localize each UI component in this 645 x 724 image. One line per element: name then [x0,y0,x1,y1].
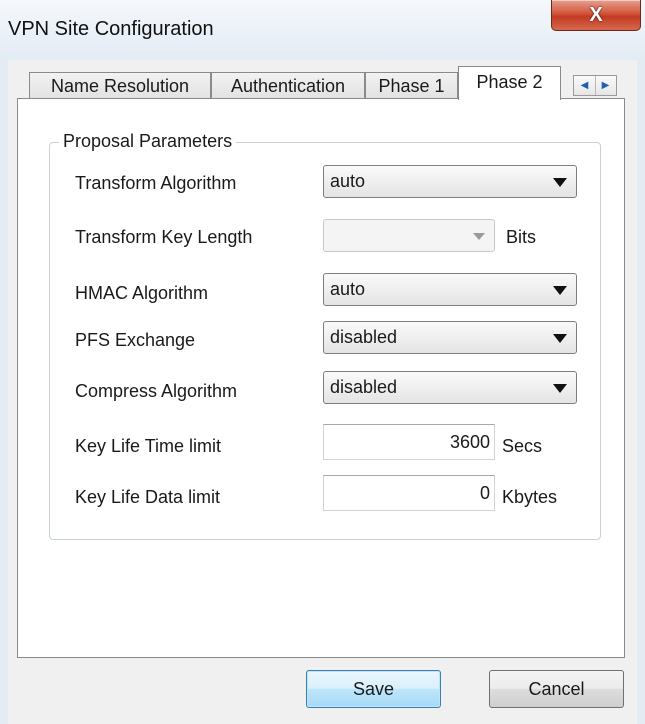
tab-phase-1[interactable]: Phase 1 [365,72,458,98]
transform-key-length-select [323,219,495,252]
close-icon: X [589,4,603,26]
compress-algorithm-label: Compress Algorithm [75,381,238,401]
transform-algorithm-value: auto [330,171,366,191]
hmac-algorithm-select[interactable]: auto [323,273,577,306]
transform-key-length-label: Transform Key Length [75,227,253,247]
dropdown-arrow-icon [553,286,567,295]
transform-algorithm-label: Transform Algorithm [75,173,237,193]
window-frame-right [637,60,645,724]
save-button[interactable]: Save [306,670,441,708]
dropdown-arrow-icon [553,178,567,187]
dropdown-arrow-icon [473,233,485,240]
window-frame-left [0,60,8,724]
kbytes-unit-label: Kbytes [502,487,558,507]
key-life-data-input[interactable]: 0 [323,475,495,511]
pfs-exchange-label: PFS Exchange [75,330,196,350]
close-button[interactable]: X [551,0,641,31]
tab-scroll-buttons: ◀ ▶ [573,75,617,96]
secs-unit-label: Secs [502,436,543,456]
bits-unit-label: Bits [506,227,537,247]
pfs-exchange-value: disabled [330,327,398,347]
transform-algorithm-select[interactable]: auto [323,165,577,198]
hmac-algorithm-value: auto [330,279,366,299]
key-life-data-label: Key Life Data limit [75,487,221,507]
pfs-exchange-select[interactable]: disabled [323,321,577,354]
compress-algorithm-select[interactable]: disabled [323,371,577,404]
group-title: Proposal Parameters [59,131,237,152]
scroll-right-icon[interactable]: ▶ [595,76,616,95]
key-life-time-input[interactable]: 3600 [323,424,495,460]
compress-algorithm-value: disabled [330,377,398,397]
tab-authentication[interactable]: Authentication [211,72,365,98]
dropdown-arrow-icon [553,384,567,393]
tab-name-resolution[interactable]: Name Resolution [29,72,211,98]
hmac-algorithm-label: HMAC Algorithm [75,283,209,303]
tab-phase-2[interactable]: Phase 2 [458,66,561,100]
dropdown-arrow-icon [553,334,567,343]
title-bar: VPN Site Configuration X [0,0,645,60]
key-life-time-label: Key Life Time limit [75,436,222,456]
window-title: VPN Site Configuration [8,18,214,40]
cancel-button[interactable]: Cancel [489,670,624,708]
scroll-left-icon[interactable]: ◀ [574,76,596,95]
